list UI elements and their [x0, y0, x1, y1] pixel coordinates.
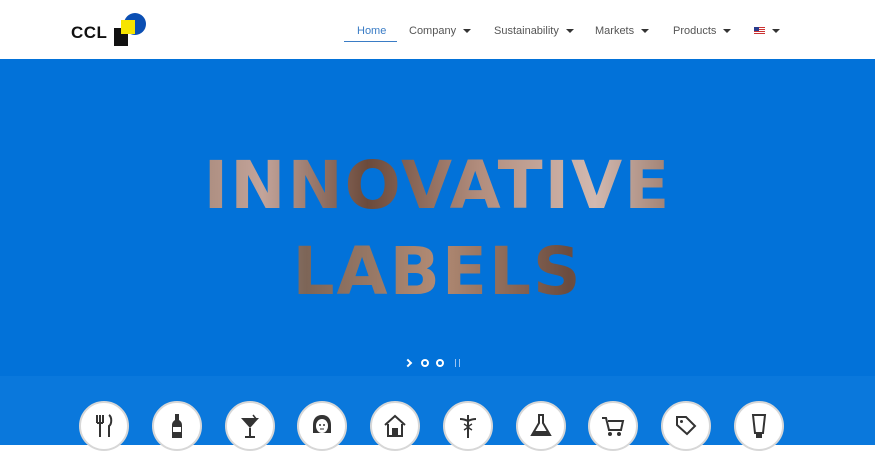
market-retail[interactable]	[588, 401, 638, 451]
slider-controls	[403, 357, 460, 369]
market-spirits[interactable]	[225, 401, 275, 451]
logo-text: CCL	[71, 23, 108, 42]
site-header: CCL Home Company Sustainability Markets …	[0, 0, 875, 59]
caret-down-icon	[723, 29, 732, 33]
nav-products-label: Products	[673, 25, 717, 37]
next-arrow-icon[interactable]	[403, 358, 413, 368]
caret-down-icon	[463, 29, 472, 33]
market-food[interactable]	[79, 401, 129, 451]
face-icon	[313, 415, 331, 433]
caret-down-icon	[641, 29, 650, 33]
market-healthcare[interactable]	[443, 401, 493, 451]
tags-icon	[676, 416, 697, 436]
hero-headline-line1: INNOVATIVE	[0, 153, 875, 219]
pause-icon[interactable]	[455, 359, 460, 367]
cocktail-icon	[241, 414, 259, 438]
nav-products[interactable]: Products	[673, 19, 732, 43]
market-home[interactable]	[370, 401, 420, 451]
market-labels[interactable]	[661, 401, 711, 451]
market-icons-row	[0, 401, 875, 451]
flask-icon	[530, 414, 552, 436]
nav-company-label: Company	[409, 25, 457, 37]
hero-headline-line2: LABELS	[0, 239, 875, 305]
ccl-logo[interactable]: CCL	[71, 12, 151, 48]
bottle-icon	[172, 414, 182, 438]
nav-active-indicator	[344, 41, 397, 42]
nav-sustainability[interactable]: Sustainability	[494, 19, 574, 43]
house-icon	[384, 414, 406, 437]
slide-dot-2[interactable]	[436, 359, 444, 367]
nav-home-label: Home	[357, 25, 387, 37]
nav-markets-label: Markets	[595, 25, 635, 37]
nav-sustainability-label: Sustainability	[494, 25, 559, 37]
market-beverage[interactable]	[152, 401, 202, 451]
caret-down-icon	[565, 29, 574, 33]
hero-banner: INNOVATIVE LABELS	[0, 59, 875, 445]
nav-markets[interactable]: Markets	[595, 19, 650, 43]
cutlery-icon	[96, 414, 113, 437]
nav-home[interactable]: Home	[357, 19, 386, 43]
logo-mark-icon	[114, 13, 146, 46]
market-chemicals[interactable]	[516, 401, 566, 451]
tube-icon	[751, 414, 767, 438]
language-selector[interactable]	[754, 19, 780, 43]
caduceus-icon	[459, 415, 477, 438]
nav-company[interactable]: Company	[409, 19, 472, 43]
market-beauty[interactable]	[297, 401, 347, 451]
cart-icon	[602, 417, 625, 436]
slide-dot-1[interactable]	[421, 359, 429, 367]
caret-down-icon	[772, 29, 780, 33]
us-flag-icon	[754, 27, 765, 35]
market-tubes[interactable]	[734, 401, 784, 451]
